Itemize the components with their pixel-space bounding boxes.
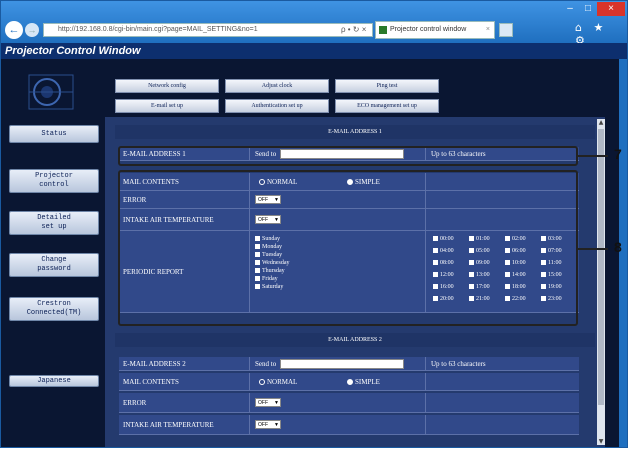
browser-tab[interactable]: Projector control window × xyxy=(375,21,495,39)
chevron-down-icon: ▼ xyxy=(274,422,279,428)
section-title: E-MAIL ADDRESS 1 xyxy=(115,125,595,139)
chevron-down-icon: ▼ xyxy=(274,400,279,406)
intake-air-temperature-row: INTAKE AIR TEMPERATURE OFF ▼ xyxy=(119,415,579,435)
callout-number-8: 8 xyxy=(614,239,622,255)
minimize-button[interactable]: – xyxy=(561,2,579,16)
section-title: E-MAIL ADDRESS 2 xyxy=(115,333,595,347)
row-label: E-MAIL ADDRESS 2 xyxy=(123,359,186,368)
scroll-thumb[interactable] xyxy=(598,129,604,405)
sidebar-item-japanese[interactable]: Japanese xyxy=(9,375,99,387)
row-label: ERROR xyxy=(123,398,147,407)
address-bar[interactable]: http://192.168.0.8/cgi-bin/main.cgi?page… xyxy=(43,23,373,37)
tab-adjust-clock[interactable]: Adjust clock xyxy=(225,79,329,93)
page-title: Projector Control Window xyxy=(1,43,627,59)
callout-number-7: 7 xyxy=(614,146,622,162)
tab-ping-test[interactable]: Ping test xyxy=(335,79,439,93)
radio-icon xyxy=(259,378,265,385)
error-select[interactable]: OFF ▼ xyxy=(255,398,281,407)
tab-close-icon[interactable]: × xyxy=(486,22,490,38)
sidebar-item-crestron-connected[interactable]: Crestron Connected(TM) xyxy=(9,297,99,321)
sidebar: Status Projector control Detailed set up… xyxy=(1,59,105,447)
tab-favicon-icon xyxy=(379,26,387,34)
sidebar-item-detailed-set-up[interactable]: Detailed set up xyxy=(9,211,99,235)
sidebar-item-projector-control[interactable]: Projector control xyxy=(9,169,99,193)
intake-select[interactable]: OFF ▼ xyxy=(255,420,281,429)
error-row: ERROR OFF ▼ xyxy=(119,393,579,413)
e-mail-address-row: E-MAIL ADDRESS 2 Send to Up to 63 charac… xyxy=(119,357,579,371)
tab-title: Projector control window xyxy=(390,26,467,33)
sidebar-item-change-password[interactable]: Change password xyxy=(9,253,99,277)
tab-eco-management-set-up[interactable]: ECO management set up xyxy=(335,99,439,113)
logo-icon xyxy=(28,74,74,110)
tab-e-mail-set-up[interactable]: E-mail set up xyxy=(115,99,219,113)
scrollbar[interactable]: ▲ ▼ xyxy=(597,119,605,445)
callout-line-8 xyxy=(578,248,608,250)
simple-radio[interactable]: SIMPLE xyxy=(347,373,380,390)
tab-authentication-set-up[interactable]: Authentication set up xyxy=(225,99,329,113)
radio-label: SIMPLE xyxy=(355,377,380,386)
radio-selected-icon xyxy=(347,378,353,385)
row-label: MAIL CONTENTS xyxy=(123,377,179,386)
browser-chrome: – □ × ← → http://192.168.0.8/cgi-bin/mai… xyxy=(1,1,627,47)
normal-radio[interactable]: NORMAL xyxy=(259,373,297,390)
close-window-button[interactable]: × xyxy=(597,2,625,16)
callout-line-7 xyxy=(578,155,608,157)
send-to-label: Send to xyxy=(255,359,277,368)
address-bar-icons[interactable]: ρ • ↻ × xyxy=(341,23,366,37)
e-mail-address-input[interactable] xyxy=(280,358,405,369)
back-arrow-icon[interactable]: ← xyxy=(5,21,23,39)
callout-box-7 xyxy=(118,146,578,166)
radio-label: NORMAL xyxy=(267,377,298,386)
callout-box-8 xyxy=(118,170,578,326)
tab-network-config[interactable]: Network config xyxy=(115,79,219,93)
scroll-down-icon[interactable]: ▼ xyxy=(597,438,605,445)
mail-contents-row: MAIL CONTENTS NORMAL SIMPLE xyxy=(119,373,579,391)
maximize-button[interactable]: □ xyxy=(579,2,597,16)
sidebar-item-status[interactable]: Status xyxy=(9,125,99,143)
forward-arrow-icon[interactable]: → xyxy=(25,23,39,37)
limit-note: Up to 63 characters xyxy=(431,359,486,368)
new-tab-button[interactable] xyxy=(499,23,513,37)
tab-bar: Network config Adjust clock Ping test E-… xyxy=(105,59,605,117)
row-label: INTAKE AIR TEMPERATURE xyxy=(123,420,214,429)
scroll-up-icon[interactable]: ▲ xyxy=(597,119,605,126)
